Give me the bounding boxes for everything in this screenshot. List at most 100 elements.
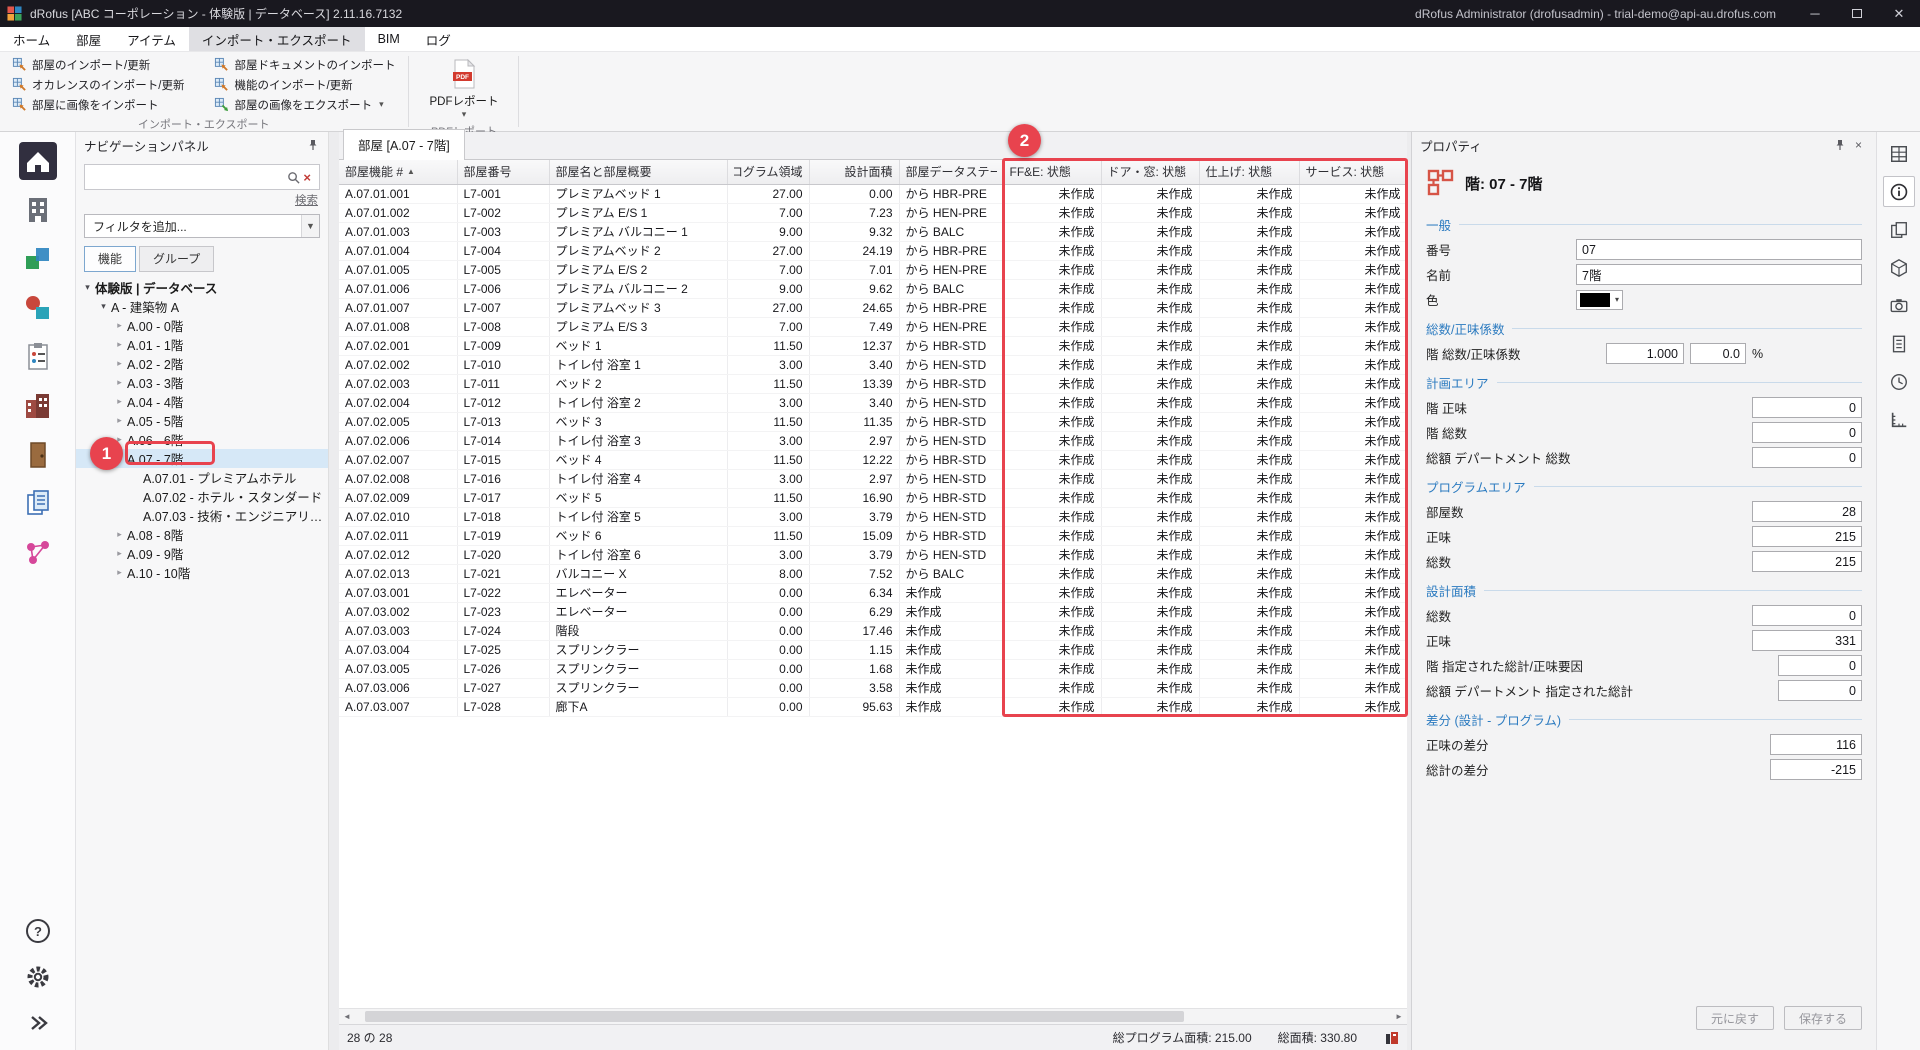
table-row[interactable]: A.07.02.009L7-017ベッド 511.5016.90から HBR-S… bbox=[339, 488, 1407, 507]
tree-expand-icon[interactable]: ▸ bbox=[112, 567, 127, 578]
table-row[interactable]: A.07.01.004L7-004プレミアムベッド 227.0024.19から … bbox=[339, 241, 1407, 260]
table-row[interactable]: A.07.02.005L7-013ベッド 311.5011.35から HBR-S… bbox=[339, 412, 1407, 431]
scroll-right-icon[interactable]: ► bbox=[1391, 1009, 1407, 1024]
tree-expand-icon[interactable]: ▸ bbox=[112, 415, 127, 426]
column-header-8[interactable]: 仕上げ: 状態 bbox=[1199, 160, 1299, 184]
table-row[interactable]: A.07.01.007L7-007プレミアムベッド 327.0024.65から … bbox=[339, 298, 1407, 317]
table-row[interactable]: A.07.02.002L7-010トイレ付 浴室 13.003.40から HEN… bbox=[339, 355, 1407, 374]
scrollbar-track[interactable] bbox=[355, 1009, 1391, 1024]
tree-collapse-icon[interactable]: ▾ bbox=[96, 301, 111, 312]
maximize-button[interactable] bbox=[1836, 0, 1878, 27]
tree-item-5[interactable]: ▸A.03 - 3階 bbox=[76, 373, 328, 392]
room-import-button[interactable]: 部屋のインポート/更新 bbox=[6, 55, 190, 74]
expand-button[interactable] bbox=[16, 1006, 60, 1040]
tree-item-13[interactable]: ▸A.08 - 8階 bbox=[76, 525, 328, 544]
documents-nav-button[interactable] bbox=[16, 485, 60, 523]
tree-collapse-icon[interactable]: ▾ bbox=[80, 282, 95, 293]
doors-nav-button[interactable] bbox=[16, 436, 60, 474]
pin-icon[interactable] bbox=[307, 139, 320, 152]
menu-tab-items[interactable]: アイテム bbox=[114, 27, 189, 51]
tree-item-2[interactable]: ▸A.00 - 0階 bbox=[76, 316, 328, 335]
table-row[interactable]: A.07.03.002L7-023エレベーター0.006.29未作成未作成未作成… bbox=[339, 602, 1407, 621]
minimize-button[interactable]: ─ bbox=[1794, 0, 1836, 27]
history-panel-button[interactable] bbox=[1883, 366, 1915, 397]
home-nav-button[interactable] bbox=[16, 142, 60, 180]
pin-icon[interactable] bbox=[1834, 139, 1847, 152]
table-row[interactable]: A.07.02.001L7-009ベッド 111.5012.37から HBR-S… bbox=[339, 336, 1407, 355]
property-input[interactable] bbox=[1752, 526, 1862, 547]
table-row[interactable]: A.07.02.011L7-019ベッド 611.5015.09から HBR-S… bbox=[339, 526, 1407, 545]
table-row[interactable]: A.07.01.003L7-003プレミアム バルコニー 19.009.32から… bbox=[339, 222, 1407, 241]
tree-expand-icon[interactable]: ▸ bbox=[112, 358, 127, 369]
camera-panel-button[interactable] bbox=[1883, 290, 1915, 321]
menu-tab-rooms[interactable]: 部屋 bbox=[63, 27, 114, 51]
tree-expand-icon[interactable]: ▸ bbox=[112, 529, 127, 540]
rooms-nav-button[interactable] bbox=[16, 191, 60, 229]
tree-item-15[interactable]: ▸A.10 - 10階 bbox=[76, 563, 328, 582]
buildings-nav-button[interactable] bbox=[16, 387, 60, 425]
property-input[interactable] bbox=[1752, 422, 1862, 443]
column-header-7[interactable]: ドア・窓: 状態 bbox=[1101, 160, 1199, 184]
tree-item-10[interactable]: A.07.01 - プレミアムホテル bbox=[76, 468, 328, 487]
scrollbar-thumb[interactable] bbox=[365, 1011, 1183, 1022]
menu-tab-home[interactable]: ホーム bbox=[0, 27, 63, 51]
column-header-9[interactable]: サービス: 状態 bbox=[1299, 160, 1407, 184]
property-input[interactable] bbox=[1778, 655, 1862, 676]
tree-expand-icon[interactable]: ▸ bbox=[112, 396, 127, 407]
search-icon[interactable] bbox=[287, 171, 300, 184]
room-image-export-button[interactable]: 部屋の画像をエクスポート▾ bbox=[208, 95, 401, 114]
help-button[interactable]: ? bbox=[16, 914, 60, 948]
column-header-6[interactable]: FF&E: 状態 bbox=[1003, 160, 1101, 184]
column-header-5[interactable]: 部屋データステータス bbox=[899, 160, 1003, 184]
property-input[interactable] bbox=[1752, 447, 1862, 468]
table-row[interactable]: A.07.01.005L7-005プレミアム E/S 27.007.01から H… bbox=[339, 260, 1407, 279]
settings-button[interactable] bbox=[16, 960, 60, 994]
table-row[interactable]: A.07.01.002L7-002プレミアム E/S 17.007.23から H… bbox=[339, 203, 1407, 222]
tree-item-4[interactable]: ▸A.02 - 2階 bbox=[76, 354, 328, 373]
nav-tab-functions[interactable]: 機能 bbox=[84, 246, 136, 272]
tree-expand-icon[interactable]: ▸ bbox=[112, 339, 127, 350]
property-input[interactable] bbox=[1752, 397, 1862, 418]
column-header-3[interactable]: プログラム領域 bbox=[727, 160, 809, 184]
property-input[interactable] bbox=[1752, 605, 1862, 626]
table-row[interactable]: A.07.01.006L7-006プレミアム バルコニー 29.009.62から… bbox=[339, 279, 1407, 298]
search-link[interactable]: 検索 bbox=[295, 192, 318, 208]
network-nav-button[interactable] bbox=[16, 534, 60, 572]
property-input[interactable] bbox=[1576, 264, 1862, 285]
save-button[interactable]: 保存する bbox=[1784, 1006, 1862, 1030]
property-input[interactable] bbox=[1606, 343, 1684, 364]
tree-item-11[interactable]: A.07.02 - ホテル・スタンダード bbox=[76, 487, 328, 506]
scroll-left-icon[interactable]: ◄ bbox=[339, 1009, 355, 1024]
nav-tab-groups[interactable]: グループ bbox=[139, 246, 214, 272]
tree-item-7[interactable]: ▸A.05 - 5階 bbox=[76, 411, 328, 430]
property-input[interactable] bbox=[1752, 501, 1862, 522]
tree-item-0[interactable]: ▾体験版 | データベース bbox=[76, 278, 328, 297]
tree-expand-icon[interactable]: ▸ bbox=[112, 377, 127, 388]
add-filter-combo[interactable]: フィルタを追加... ▼ bbox=[84, 214, 320, 238]
pdf-report-button[interactable]: PDF PDFレポート ▾ bbox=[416, 55, 511, 121]
table-row[interactable]: A.07.02.013L7-021バルコニー X8.007.52から BALC未… bbox=[339, 564, 1407, 583]
table-row[interactable]: A.07.02.004L7-012トイレ付 浴室 23.003.40から HEN… bbox=[339, 393, 1407, 412]
table-row[interactable]: A.07.02.006L7-014トイレ付 浴室 33.002.97から HEN… bbox=[339, 431, 1407, 450]
table-row[interactable]: A.07.02.007L7-015ベッド 411.5012.22から HBR-S… bbox=[339, 450, 1407, 469]
close-button[interactable]: ✕ bbox=[1878, 0, 1920, 27]
room-image-import-button[interactable]: 部屋に画像をインポート bbox=[6, 95, 190, 114]
table-row[interactable]: A.07.03.001L7-022エレベーター0.006.34未作成未作成未作成… bbox=[339, 583, 1407, 602]
info-panel-button[interactable] bbox=[1883, 176, 1915, 207]
model-panel-button[interactable] bbox=[1883, 252, 1915, 283]
table-row[interactable]: A.07.03.003L7-024階段0.0017.46未作成未作成未作成未作成… bbox=[339, 621, 1407, 640]
tree-item-6[interactable]: ▸A.04 - 4階 bbox=[76, 392, 328, 411]
room-document-import-button[interactable]: 部屋ドキュメントのインポート bbox=[208, 55, 401, 74]
tree-item-3[interactable]: ▸A.01 - 1階 bbox=[76, 335, 328, 354]
menu-tab-log[interactable]: ログ bbox=[413, 27, 464, 51]
property-input[interactable] bbox=[1752, 630, 1862, 651]
table-row[interactable]: A.07.01.008L7-008プレミアム E/S 37.007.49から H… bbox=[339, 317, 1407, 336]
tree-expand-icon[interactable]: ▸ bbox=[112, 548, 127, 559]
property-input[interactable] bbox=[1690, 343, 1746, 364]
table-row[interactable]: A.07.02.010L7-018トイレ付 浴室 53.003.79から HEN… bbox=[339, 507, 1407, 526]
property-input[interactable] bbox=[1770, 759, 1862, 780]
property-input[interactable] bbox=[1752, 551, 1862, 572]
table-row[interactable]: A.07.03.007L7-028廊下A0.0095.63未作成未作成未作成未作… bbox=[339, 697, 1407, 716]
occurrences-nav-button[interactable] bbox=[16, 289, 60, 327]
table-row[interactable]: A.07.02.003L7-011ベッド 211.5013.39から HBR-S… bbox=[339, 374, 1407, 393]
